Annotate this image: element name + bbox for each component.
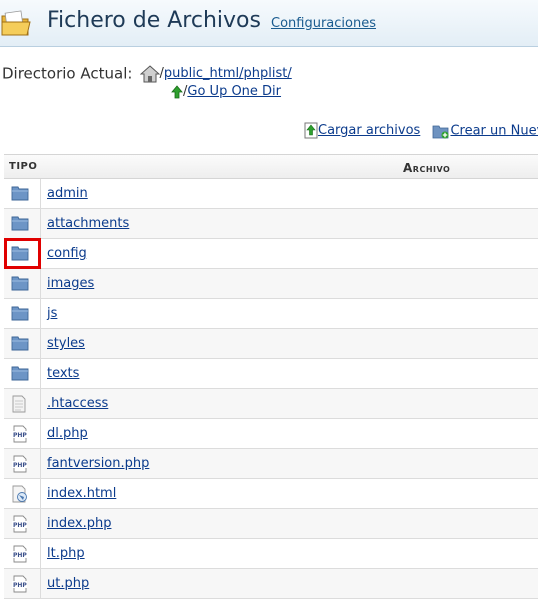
highlight-box — [4, 238, 41, 269]
file-name-link[interactable]: images — [47, 276, 94, 291]
file-name-link[interactable]: texts — [47, 366, 79, 381]
file-name-link[interactable]: config — [47, 246, 87, 261]
current-directory: Directorio Actual: /public_html/phplist/ — [2, 63, 292, 85]
type-cell: PHP — [4, 539, 41, 568]
file-list: admin attachments config images js styles text… — [4, 179, 538, 599]
file-actions: Cargar archivos Crear un Nuevo — [304, 122, 538, 139]
type-cell — [4, 179, 41, 208]
up-arrow-icon — [171, 84, 183, 98]
svg-text:PHP: PHP — [13, 552, 27, 559]
type-cell — [4, 329, 41, 358]
file-name-link[interactable]: index.php — [47, 516, 111, 531]
file-manager-icon — [1, 10, 31, 36]
type-cell: PHP — [4, 569, 41, 598]
type-cell: PHP — [4, 449, 41, 478]
file-table: TIPO Archivo admin attachments config image… — [4, 154, 538, 599]
svg-text:PHP: PHP — [13, 522, 27, 529]
upload-files-link[interactable]: Cargar archivos — [318, 123, 420, 138]
file-name-link[interactable]: js — [47, 306, 57, 321]
table-row[interactable]: PHP index.php — [4, 509, 538, 539]
up-one-dir-link[interactable]: Go Up One Dir — [187, 84, 281, 99]
type-cell — [4, 269, 41, 298]
upload-files-action[interactable]: Cargar archivos — [304, 122, 420, 139]
file-name-link[interactable]: admin — [47, 186, 88, 201]
table-header: TIPO Archivo — [4, 155, 538, 179]
type-cell — [4, 389, 41, 418]
home-icon[interactable] — [139, 64, 160, 83]
file-name-link[interactable]: fantversion.php — [47, 456, 149, 471]
page-title: Fichero de Archivos — [47, 8, 261, 33]
file-name-link[interactable]: index.html — [47, 486, 116, 501]
file-name-link[interactable]: lt.php — [47, 546, 85, 561]
type-cell — [4, 299, 41, 328]
svg-text:PHP: PHP — [13, 462, 27, 469]
column-header-file[interactable]: Archivo — [403, 161, 450, 175]
svg-text:PHP: PHP — [13, 432, 27, 439]
table-row[interactable]: PHP ut.php — [4, 569, 538, 599]
table-row[interactable]: PHP fantversion.php — [4, 449, 538, 479]
table-row[interactable]: PHP dl.php — [4, 419, 538, 449]
type-cell — [4, 479, 41, 508]
file-name-link[interactable]: .htaccess — [47, 396, 108, 411]
directory-label: Directorio Actual: — [2, 64, 133, 83]
directory-path-link[interactable]: public_html/phplist/ — [164, 66, 292, 81]
settings-link[interactable]: Configuraciones — [271, 16, 376, 31]
file-name-link[interactable]: dl.php — [47, 426, 88, 441]
svg-text:PHP: PHP — [13, 582, 27, 589]
table-row[interactable]: config — [4, 238, 538, 269]
file-name-link[interactable]: ut.php — [47, 576, 89, 591]
table-row[interactable]: .htaccess — [4, 389, 538, 419]
table-row[interactable]: PHP lt.php — [4, 539, 538, 569]
table-row[interactable]: attachments — [4, 209, 538, 239]
upload-icon — [304, 122, 318, 139]
up-one-dir[interactable]: /Go Up One Dir — [171, 84, 281, 100]
type-cell — [4, 238, 41, 269]
table-row[interactable]: admin — [4, 179, 538, 209]
new-folder-icon — [433, 125, 449, 138]
create-new-link[interactable]: Crear un Nuevo — [450, 123, 538, 138]
table-row[interactable]: styles — [4, 329, 538, 359]
table-row[interactable]: images — [4, 269, 538, 299]
column-header-type[interactable]: TIPO — [9, 161, 37, 172]
table-row[interactable]: js — [4, 299, 538, 329]
create-new-action[interactable]: Crear un Nuevo — [432, 123, 538, 139]
table-row[interactable]: index.html — [4, 479, 538, 509]
type-cell — [4, 359, 41, 388]
header-bar: Fichero de Archivos Configuraciones — [0, 0, 538, 47]
type-cell — [4, 209, 41, 238]
file-name-link[interactable]: attachments — [47, 216, 129, 231]
file-name-link[interactable]: styles — [47, 336, 85, 351]
table-row[interactable]: texts — [4, 359, 538, 389]
type-cell: PHP — [4, 509, 41, 538]
type-cell: PHP — [4, 419, 41, 448]
